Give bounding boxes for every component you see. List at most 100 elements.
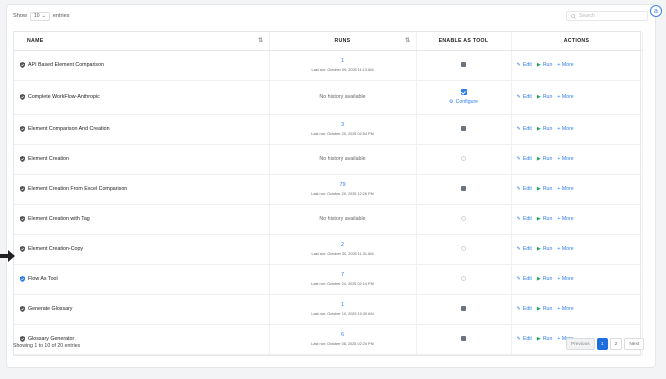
edit-button[interactable]: ✎ Edit: [517, 186, 532, 192]
play-icon: ▶: [536, 336, 541, 342]
edit-button[interactable]: ✎ Edit: [517, 336, 532, 342]
column-header-label: RUNS: [334, 37, 351, 44]
column-header-name[interactable]: NAME ⇅: [14, 32, 270, 51]
more-button[interactable]: + More: [557, 186, 573, 192]
play-icon: ▶: [536, 306, 541, 312]
search-input[interactable]: Search: [566, 11, 648, 21]
workflow-name[interactable]: Complete WorkFlow-Anthropic: [28, 94, 100, 100]
runs-cell: 2 Last run: October 30, 2025 11:31 AM: [269, 234, 417, 265]
enable-tool-checkbox[interactable]: [461, 276, 466, 282]
sort-icon[interactable]: ⇅: [258, 37, 263, 44]
edit-button[interactable]: ✎ Edit: [517, 62, 532, 68]
run-button[interactable]: ▶ Run: [537, 306, 553, 312]
run-button[interactable]: ▶ Run: [537, 276, 553, 282]
more-label: + More: [557, 306, 574, 312]
shield-icon: [20, 336, 25, 342]
tool-cell: [416, 50, 512, 81]
more-button[interactable]: + More: [557, 246, 573, 252]
shield-icon: [20, 62, 25, 68]
enable-tool-checkbox[interactable]: [461, 156, 466, 162]
table-header-row: NAME ⇅ RUNS ⇅ ENABLE AS TOOL ACTIONS: [14, 32, 643, 51]
run-button[interactable]: ▶ Run: [537, 186, 553, 192]
run-label: Run: [542, 186, 553, 192]
sort-icon[interactable]: ⇅: [405, 37, 410, 44]
more-button[interactable]: + More: [557, 94, 573, 100]
enable-tool-checkbox[interactable]: [461, 62, 466, 68]
edit-label: Edit: [522, 62, 532, 68]
enable-tool-checkbox[interactable]: [461, 336, 466, 342]
shield-icon: [20, 94, 25, 100]
edit-button[interactable]: ✎ Edit: [517, 156, 532, 162]
run-button[interactable]: ▶ Run: [537, 246, 553, 252]
more-label: + More: [557, 216, 574, 222]
workflow-name[interactable]: Element Comparison And Creation: [28, 126, 110, 132]
edit-label: Edit: [522, 156, 532, 162]
edit-button[interactable]: ✎ Edit: [517, 276, 532, 282]
workflow-name[interactable]: Element Creation: [28, 156, 69, 162]
edit-button[interactable]: ✎ Edit: [517, 94, 532, 100]
run-count-link[interactable]: 3: [270, 122, 416, 128]
run-count-link[interactable]: 2: [270, 242, 416, 248]
enable-tool-checkbox[interactable]: [460, 88, 467, 95]
runs-cell: 3 Last run: October 29, 2025 02:54 PM: [269, 114, 417, 145]
edit-button[interactable]: ✎ Edit: [517, 216, 532, 222]
previous-page-button[interactable]: Previous: [566, 338, 595, 350]
more-button[interactable]: + More: [557, 276, 573, 282]
run-button[interactable]: ▶ Run: [537, 94, 553, 100]
column-header-runs[interactable]: RUNS ⇅: [269, 32, 417, 51]
more-button[interactable]: + More: [557, 126, 573, 132]
next-page-button[interactable]: Next: [624, 338, 645, 350]
more-button[interactable]: + More: [557, 62, 573, 68]
enable-tool-checkbox[interactable]: [461, 186, 466, 192]
edit-button[interactable]: ✎ Edit: [517, 306, 532, 312]
run-count-link[interactable]: 7: [270, 272, 416, 278]
workflow-name[interactable]: Glossary Generator: [28, 336, 74, 342]
more-button[interactable]: + More: [557, 216, 573, 222]
run-button[interactable]: ▶ Run: [537, 336, 553, 342]
table-toolbar: Show 10 ⌄ entries Search: [13, 8, 648, 24]
run-count-link[interactable]: 1: [270, 58, 416, 64]
run-button[interactable]: ▶ Run: [537, 156, 553, 162]
run-button[interactable]: ▶ Run: [537, 216, 553, 222]
edit-button[interactable]: ✎ Edit: [517, 126, 532, 132]
user-avatar[interactable]: a: [650, 5, 662, 17]
workflow-name[interactable]: Element Creation-Copy: [28, 246, 83, 252]
workflow-name[interactable]: Element Creation with Tag: [28, 216, 90, 222]
tool-cell: [416, 264, 512, 295]
play-icon: ▶: [536, 186, 541, 192]
workflow-name[interactable]: Flow As Tool: [28, 276, 58, 282]
page-button-2[interactable]: 2: [609, 338, 623, 350]
edit-label: Edit: [522, 94, 532, 100]
table-row: Element Creation with Tag No history ava…: [14, 204, 643, 235]
enable-tool-checkbox[interactable]: [461, 306, 466, 312]
run-button[interactable]: ▶ Run: [537, 62, 553, 68]
workflow-name[interactable]: Generate Glossary: [28, 306, 72, 312]
page-button-1[interactable]: 1: [596, 338, 608, 350]
edit-label: Edit: [522, 336, 532, 342]
enable-tool-checkbox[interactable]: [461, 216, 466, 222]
enable-tool-checkbox[interactable]: [461, 246, 466, 252]
more-button[interactable]: + More: [557, 306, 573, 312]
edit-button[interactable]: ✎ Edit: [517, 246, 532, 252]
configure-link[interactable]: ⚙ Configure: [417, 99, 511, 105]
page-length-control: Show 10 ⌄ entries: [13, 11, 70, 21]
enable-tool-checkbox[interactable]: [461, 126, 466, 132]
run-count-link[interactable]: 79: [270, 182, 416, 188]
last-run-text: Last run: October 29, 2025 12:26 PM: [311, 192, 374, 196]
page-length-select[interactable]: 10 ⌄: [30, 11, 50, 21]
shield-icon: [20, 246, 25, 252]
run-count-link[interactable]: 6: [270, 332, 416, 338]
runs-cell: 1 Last run: October 10, 2025 10:39 AM: [269, 294, 417, 325]
run-count-link[interactable]: 1: [270, 302, 416, 308]
run-button[interactable]: ▶ Run: [537, 126, 553, 132]
more-button[interactable]: + More: [557, 156, 573, 162]
edit-icon: ✎: [516, 186, 521, 192]
workflow-name[interactable]: API Based Element Comparison: [28, 62, 104, 68]
shield-icon: [20, 186, 25, 192]
gear-icon: ⚙: [448, 99, 454, 106]
last-run-text: Last run: October 29, 2025 02:54 PM: [311, 132, 374, 136]
play-icon: ▶: [536, 216, 541, 222]
name-cell: Glossary Generator: [14, 324, 270, 355]
search-icon: [571, 13, 576, 19]
workflow-name[interactable]: Element Creation From Excel Comparison: [28, 186, 127, 192]
